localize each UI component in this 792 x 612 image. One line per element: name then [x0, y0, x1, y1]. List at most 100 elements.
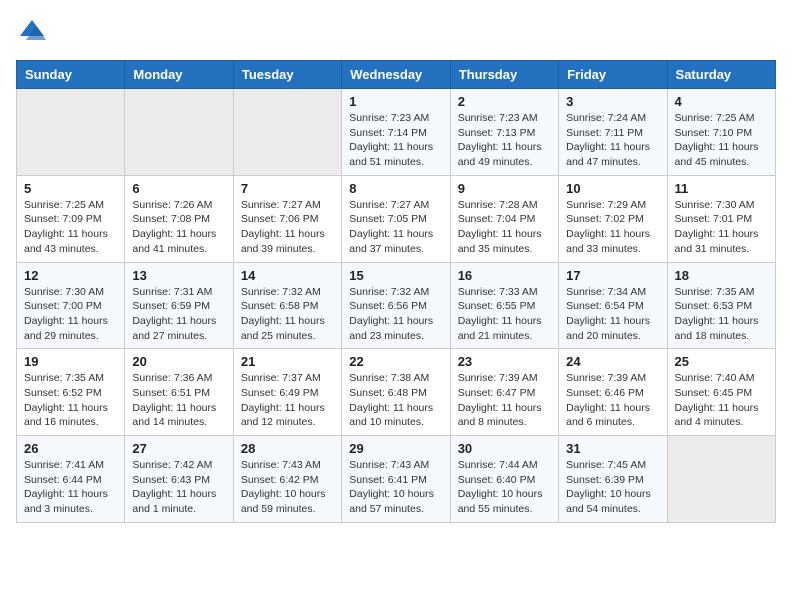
calendar-cell: 7 Sunrise: 7:27 AM Sunset: 7:06 PM Daylig…	[233, 175, 341, 262]
calendar-cell: 8 Sunrise: 7:27 AM Sunset: 7:05 PM Daylig…	[342, 175, 450, 262]
calendar-cell: 18 Sunrise: 7:35 AM Sunset: 6:53 PM Dayli…	[667, 262, 775, 349]
day-info: Sunrise: 7:25 AM Sunset: 7:09 PM Dayligh…	[24, 198, 117, 257]
calendar-week-5: 26 Sunrise: 7:41 AM Sunset: 6:44 PM Dayli…	[17, 436, 776, 523]
calendar-cell: 23 Sunrise: 7:39 AM Sunset: 6:47 PM Dayli…	[450, 349, 558, 436]
calendar-cell: 15 Sunrise: 7:32 AM Sunset: 6:56 PM Dayli…	[342, 262, 450, 349]
day-info: Sunrise: 7:42 AM Sunset: 6:43 PM Dayligh…	[132, 458, 225, 517]
day-info: Sunrise: 7:28 AM Sunset: 7:04 PM Dayligh…	[458, 198, 551, 257]
weekday-header-tuesday: Tuesday	[233, 61, 341, 89]
day-info: Sunrise: 7:30 AM Sunset: 7:01 PM Dayligh…	[675, 198, 768, 257]
calendar-cell: 26 Sunrise: 7:41 AM Sunset: 6:44 PM Dayli…	[17, 436, 125, 523]
day-number: 25	[675, 354, 768, 369]
weekday-header-monday: Monday	[125, 61, 233, 89]
day-info: Sunrise: 7:31 AM Sunset: 6:59 PM Dayligh…	[132, 285, 225, 344]
day-info: Sunrise: 7:41 AM Sunset: 6:44 PM Dayligh…	[24, 458, 117, 517]
day-info: Sunrise: 7:29 AM Sunset: 7:02 PM Dayligh…	[566, 198, 659, 257]
day-number: 8	[349, 181, 442, 196]
day-info: Sunrise: 7:30 AM Sunset: 7:00 PM Dayligh…	[24, 285, 117, 344]
day-number: 21	[241, 354, 334, 369]
calendar-cell: 10 Sunrise: 7:29 AM Sunset: 7:02 PM Dayli…	[559, 175, 667, 262]
day-number: 16	[458, 268, 551, 283]
day-info: Sunrise: 7:34 AM Sunset: 6:54 PM Dayligh…	[566, 285, 659, 344]
weekday-header-row: SundayMondayTuesdayWednesdayThursdayFrid…	[17, 61, 776, 89]
calendar-cell: 19 Sunrise: 7:35 AM Sunset: 6:52 PM Dayli…	[17, 349, 125, 436]
day-number: 24	[566, 354, 659, 369]
calendar-cell	[233, 89, 341, 176]
day-number: 15	[349, 268, 442, 283]
day-number: 7	[241, 181, 334, 196]
day-info: Sunrise: 7:27 AM Sunset: 7:05 PM Dayligh…	[349, 198, 442, 257]
day-number: 23	[458, 354, 551, 369]
day-number: 17	[566, 268, 659, 283]
calendar-cell: 30 Sunrise: 7:44 AM Sunset: 6:40 PM Dayli…	[450, 436, 558, 523]
calendar-cell: 22 Sunrise: 7:38 AM Sunset: 6:48 PM Dayli…	[342, 349, 450, 436]
day-info: Sunrise: 7:43 AM Sunset: 6:41 PM Dayligh…	[349, 458, 442, 517]
calendar-cell: 24 Sunrise: 7:39 AM Sunset: 6:46 PM Dayli…	[559, 349, 667, 436]
calendar-cell: 14Sunrise: 7:32 AM Sunset: 6:58 PM Dayli…	[233, 262, 341, 349]
day-number: 13	[132, 268, 225, 283]
weekday-header-wednesday: Wednesday	[342, 61, 450, 89]
day-info: Sunrise: 7:23 AM Sunset: 7:14 PM Dayligh…	[349, 111, 442, 170]
weekday-header-thursday: Thursday	[450, 61, 558, 89]
day-info: Sunrise: 7:45 AM Sunset: 6:39 PM Dayligh…	[566, 458, 659, 517]
day-number: 10	[566, 181, 659, 196]
logo-icon	[16, 16, 48, 48]
day-info: Sunrise: 7:35 AM Sunset: 6:53 PM Dayligh…	[675, 285, 768, 344]
calendar-cell: 31 Sunrise: 7:45 AM Sunset: 6:39 PM Dayli…	[559, 436, 667, 523]
day-number: 9	[458, 181, 551, 196]
day-number: 31	[566, 441, 659, 456]
day-info: Sunrise: 7:35 AM Sunset: 6:52 PM Dayligh…	[24, 371, 117, 430]
day-number: 18	[675, 268, 768, 283]
day-info: Sunrise: 7:36 AM Sunset: 6:51 PM Dayligh…	[132, 371, 225, 430]
calendar-week-4: 19 Sunrise: 7:35 AM Sunset: 6:52 PM Dayli…	[17, 349, 776, 436]
day-number: 26	[24, 441, 117, 456]
calendar-cell	[17, 89, 125, 176]
calendar-cell: 25 Sunrise: 7:40 AM Sunset: 6:45 PM Dayli…	[667, 349, 775, 436]
day-info: Sunrise: 7:23 AM Sunset: 7:13 PM Dayligh…	[458, 111, 551, 170]
day-info: Sunrise: 7:38 AM Sunset: 6:48 PM Dayligh…	[349, 371, 442, 430]
day-number: 11	[675, 181, 768, 196]
day-number: 4	[675, 94, 768, 109]
day-info: Sunrise: 7:24 AM Sunset: 7:11 PM Dayligh…	[566, 111, 659, 170]
weekday-header-friday: Friday	[559, 61, 667, 89]
day-info: Sunrise: 7:33 AM Sunset: 6:55 PM Dayligh…	[458, 285, 551, 344]
calendar-week-3: 12Sunrise: 7:30 AM Sunset: 7:00 PM Dayli…	[17, 262, 776, 349]
calendar-cell: 2 Sunrise: 7:23 AM Sunset: 7:13 PM Daylig…	[450, 89, 558, 176]
calendar-cell: 17 Sunrise: 7:34 AM Sunset: 6:54 PM Dayli…	[559, 262, 667, 349]
calendar-cell: 12Sunrise: 7:30 AM Sunset: 7:00 PM Dayli…	[17, 262, 125, 349]
day-info: Sunrise: 7:39 AM Sunset: 6:46 PM Dayligh…	[566, 371, 659, 430]
calendar-cell	[125, 89, 233, 176]
calendar-cell: 4 Sunrise: 7:25 AM Sunset: 7:10 PM Daylig…	[667, 89, 775, 176]
day-info: Sunrise: 7:40 AM Sunset: 6:45 PM Dayligh…	[675, 371, 768, 430]
day-info: Sunrise: 7:32 AM Sunset: 6:56 PM Dayligh…	[349, 285, 442, 344]
day-info: Sunrise: 7:25 AM Sunset: 7:10 PM Dayligh…	[675, 111, 768, 170]
day-number: 6	[132, 181, 225, 196]
day-number: 20	[132, 354, 225, 369]
day-number: 22	[349, 354, 442, 369]
calendar-week-2: 5 Sunrise: 7:25 AM Sunset: 7:09 PM Daylig…	[17, 175, 776, 262]
day-info: Sunrise: 7:27 AM Sunset: 7:06 PM Dayligh…	[241, 198, 334, 257]
day-number: 2	[458, 94, 551, 109]
day-number: 19	[24, 354, 117, 369]
calendar-week-1: 1 Sunrise: 7:23 AM Sunset: 7:14 PM Daylig…	[17, 89, 776, 176]
day-number: 3	[566, 94, 659, 109]
calendar-cell: 16 Sunrise: 7:33 AM Sunset: 6:55 PM Dayli…	[450, 262, 558, 349]
calendar-cell: 3 Sunrise: 7:24 AM Sunset: 7:11 PM Daylig…	[559, 89, 667, 176]
day-number: 5	[24, 181, 117, 196]
calendar-cell: 28Sunrise: 7:43 AM Sunset: 6:42 PM Dayli…	[233, 436, 341, 523]
page-header	[16, 16, 776, 48]
day-number: 1	[349, 94, 442, 109]
calendar-cell: 20 Sunrise: 7:36 AM Sunset: 6:51 PM Dayli…	[125, 349, 233, 436]
day-number: 29	[349, 441, 442, 456]
day-info: Sunrise: 7:39 AM Sunset: 6:47 PM Dayligh…	[458, 371, 551, 430]
day-number: 30	[458, 441, 551, 456]
calendar-cell	[667, 436, 775, 523]
day-info: Sunrise: 7:32 AM Sunset: 6:58 PM Dayligh…	[241, 285, 334, 344]
calendar-cell: 11 Sunrise: 7:30 AM Sunset: 7:01 PM Dayli…	[667, 175, 775, 262]
calendar-cell: 5 Sunrise: 7:25 AM Sunset: 7:09 PM Daylig…	[17, 175, 125, 262]
day-number: 27	[132, 441, 225, 456]
day-info: Sunrise: 7:26 AM Sunset: 7:08 PM Dayligh…	[132, 198, 225, 257]
day-number: 28	[241, 441, 334, 456]
day-info: Sunrise: 7:44 AM Sunset: 6:40 PM Dayligh…	[458, 458, 551, 517]
logo	[16, 16, 52, 48]
